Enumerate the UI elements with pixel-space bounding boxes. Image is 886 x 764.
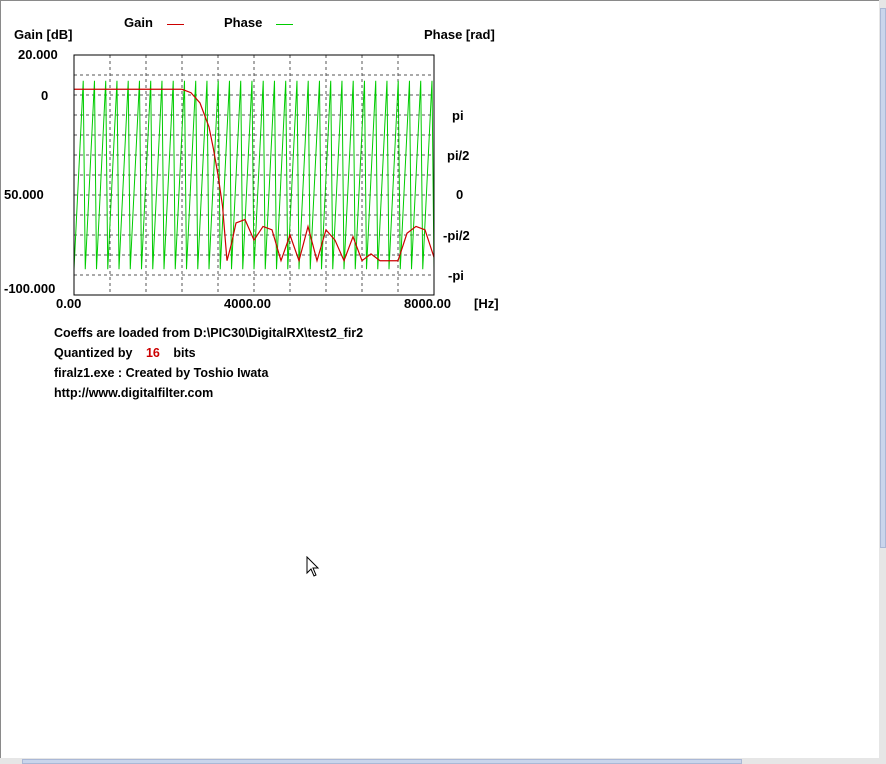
frequency-response-plot bbox=[73, 54, 435, 296]
vertical-scroll-thumb[interactable] bbox=[880, 8, 886, 548]
horizontal-scroll-thumb[interactable] bbox=[22, 759, 742, 764]
quantization-text: Quantized by 16 bits bbox=[54, 346, 196, 360]
vertical-scrollbar[interactable] bbox=[879, 0, 886, 760]
coeffs-source-text: Coeffs are loaded from D:\PIC30\DigitalR… bbox=[54, 326, 364, 340]
quantized-prefix: Quantized by bbox=[54, 346, 133, 360]
credits-text: firalz1.exe : Created by Toshio Iwata bbox=[54, 366, 269, 380]
mouse-cursor-icon bbox=[306, 556, 320, 577]
quantized-suffix: bits bbox=[173, 346, 196, 360]
horizontal-scrollbar[interactable] bbox=[0, 758, 886, 764]
quantized-bits-value: 16 bbox=[145, 346, 160, 360]
website-link[interactable]: http://www.digitalfilter.com bbox=[54, 386, 213, 400]
